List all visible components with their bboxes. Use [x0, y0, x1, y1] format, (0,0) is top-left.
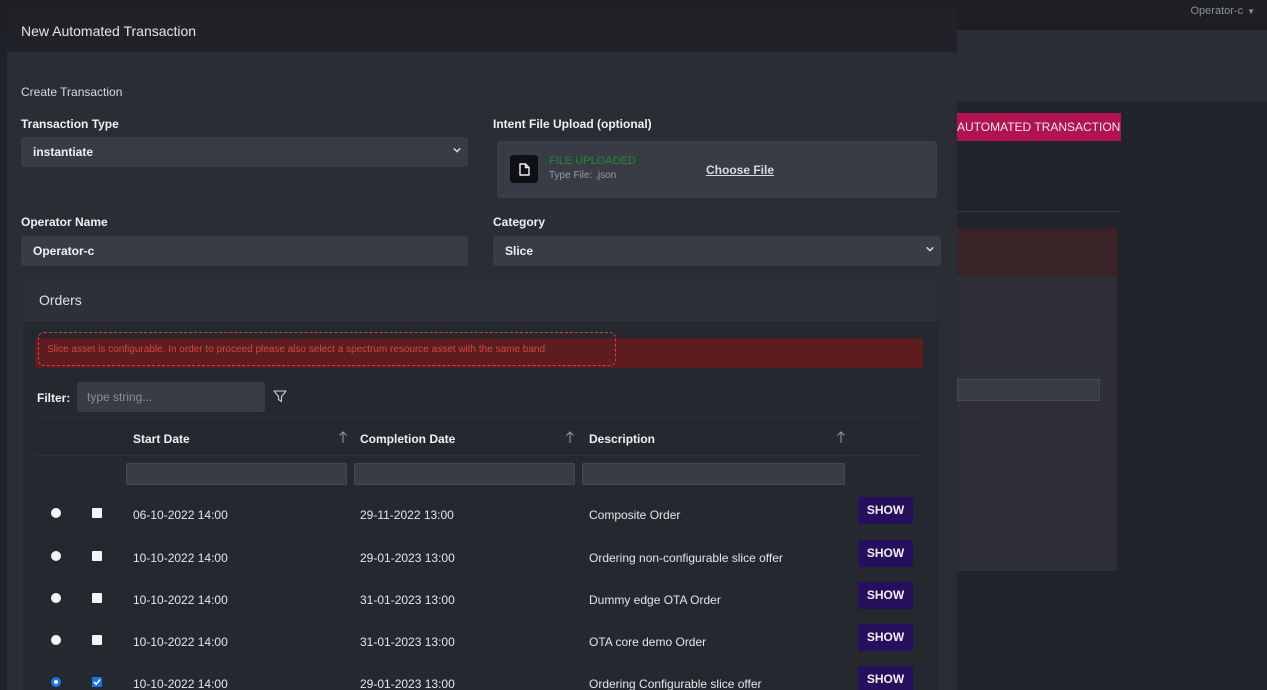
start-date-cell: 10-10-2022 14:00	[133, 593, 228, 607]
row-checkbox[interactable]	[92, 551, 102, 561]
background-input	[957, 379, 1100, 401]
table-row[interactable]: 10-10-2022 14:00 29-01-2023 13:00 Orderi…	[23, 663, 939, 690]
description-cell: Ordering non-configurable slice offer	[589, 551, 783, 565]
operator-name-field[interactable]: Operator-c	[21, 236, 468, 266]
column-header-completion-date[interactable]: Completion Date	[360, 432, 455, 446]
filter-label: Filter:	[37, 391, 71, 405]
alert-message: Slice asset is configurable. In order to…	[38, 332, 616, 366]
modal-title: New Automated Transaction	[7, 9, 957, 52]
row-checkbox[interactable]	[92, 635, 102, 645]
upload-type-hint: Type File: .json	[549, 170, 617, 181]
sort-arrow-icon[interactable]	[565, 430, 575, 444]
new-transaction-modal: New Automated Transaction Create Transac…	[7, 9, 957, 690]
start-date-cell: 06-10-2022 14:00	[133, 508, 228, 522]
new-automated-transaction-button[interactable]: AUTOMATED TRANSACTION	[945, 113, 1121, 141]
chevron-down-icon	[453, 147, 461, 153]
choose-file-button[interactable]: Choose File	[706, 163, 774, 177]
completion-date-filter-input[interactable]	[354, 463, 575, 485]
description-cell: Dummy edge OTA Order	[589, 593, 721, 607]
user-menu[interactable]: Operator-c ▼	[1191, 5, 1256, 17]
operator-name-value: Operator-c	[33, 244, 95, 258]
row-checkbox[interactable]	[92, 508, 102, 518]
completion-date-cell: 31-01-2023 13:00	[360, 593, 455, 607]
upload-status: FILE UPLOADED	[549, 155, 636, 167]
row-checkbox[interactable]	[92, 677, 102, 687]
row-radio[interactable]	[51, 508, 61, 518]
row-checkbox[interactable]	[92, 593, 102, 603]
category-value: Slice	[505, 244, 534, 258]
start-date-cell: 10-10-2022 14:00	[133, 551, 228, 565]
filter-input[interactable]	[77, 382, 265, 412]
row-radio[interactable]	[51, 677, 61, 687]
sort-arrow-icon[interactable]	[836, 430, 846, 444]
table-row[interactable]: 06-10-2022 14:00 29-11-2022 13:00 Compos…	[23, 494, 939, 534]
intent-upload-label: Intent File Upload (optional)	[493, 117, 652, 131]
table-divider	[35, 417, 923, 418]
show-button[interactable]: SHOW	[858, 582, 913, 609]
completion-date-cell: 29-11-2022 13:00	[360, 508, 454, 522]
chevron-down-icon	[926, 246, 934, 252]
row-radio[interactable]	[51, 551, 61, 561]
description-cell: Composite Order	[589, 508, 681, 522]
show-button[interactable]: SHOW	[858, 624, 913, 651]
row-radio[interactable]	[51, 593, 61, 603]
show-button[interactable]: SHOW	[858, 540, 913, 567]
column-header-start-date[interactable]: Start Date	[133, 432, 190, 446]
intent-file-upload: FILE UPLOADED Type File: .json Choose Fi…	[497, 141, 937, 198]
table-row[interactable]: 10-10-2022 14:00 31-01-2023 13:00 OTA co…	[23, 621, 939, 661]
background-card-header	[957, 228, 1117, 276]
sort-arrow-icon[interactable]	[338, 430, 348, 444]
description-cell: OTA core demo Order	[589, 635, 707, 649]
start-date-cell: 10-10-2022 14:00	[133, 677, 228, 690]
show-button[interactable]: SHOW	[858, 497, 913, 524]
orders-title: Orders	[23, 279, 939, 321]
transaction-type-value: instantiate	[33, 145, 94, 159]
completion-date-cell: 31-01-2023 13:00	[360, 635, 455, 649]
caret-down-icon: ▼	[1247, 7, 1255, 16]
divider	[957, 211, 1119, 212]
section-title: Create Transaction	[21, 85, 123, 99]
row-radio[interactable]	[51, 635, 61, 645]
operator-name-label: Operator Name	[21, 215, 108, 229]
transaction-type-label: Transaction Type	[21, 117, 119, 131]
table-row[interactable]: 10-10-2022 14:00 29-01-2023 13:00 Orderi…	[23, 537, 939, 577]
app-header	[957, 30, 1267, 102]
start-date-cell: 10-10-2022 14:00	[133, 635, 228, 649]
transaction-type-select[interactable]: instantiate	[21, 137, 468, 167]
category-select[interactable]: Slice	[493, 236, 941, 266]
orders-card: Orders Slice asset is configurable. In o…	[23, 279, 939, 690]
alert-banner: Slice asset is configurable. In order to…	[35, 332, 923, 368]
user-menu-label: Operator-c	[1190, 5, 1244, 17]
category-label: Category	[493, 215, 546, 229]
table-row[interactable]: 10-10-2022 14:00 31-01-2023 13:00 Dummy …	[23, 579, 939, 619]
start-date-filter-input[interactable]	[126, 463, 347, 485]
filter-icon[interactable]	[273, 389, 287, 403]
show-button[interactable]: SHOW	[858, 666, 913, 690]
completion-date-cell: 29-01-2023 13:00	[360, 677, 455, 690]
file-icon	[510, 155, 538, 183]
checkmark-icon	[93, 678, 101, 686]
completion-date-cell: 29-01-2023 13:00	[360, 551, 455, 565]
table-divider	[35, 455, 923, 456]
description-cell: Ordering Configurable slice offer	[589, 677, 762, 690]
description-filter-input[interactable]	[582, 463, 845, 485]
column-header-description[interactable]: Description	[589, 432, 655, 446]
